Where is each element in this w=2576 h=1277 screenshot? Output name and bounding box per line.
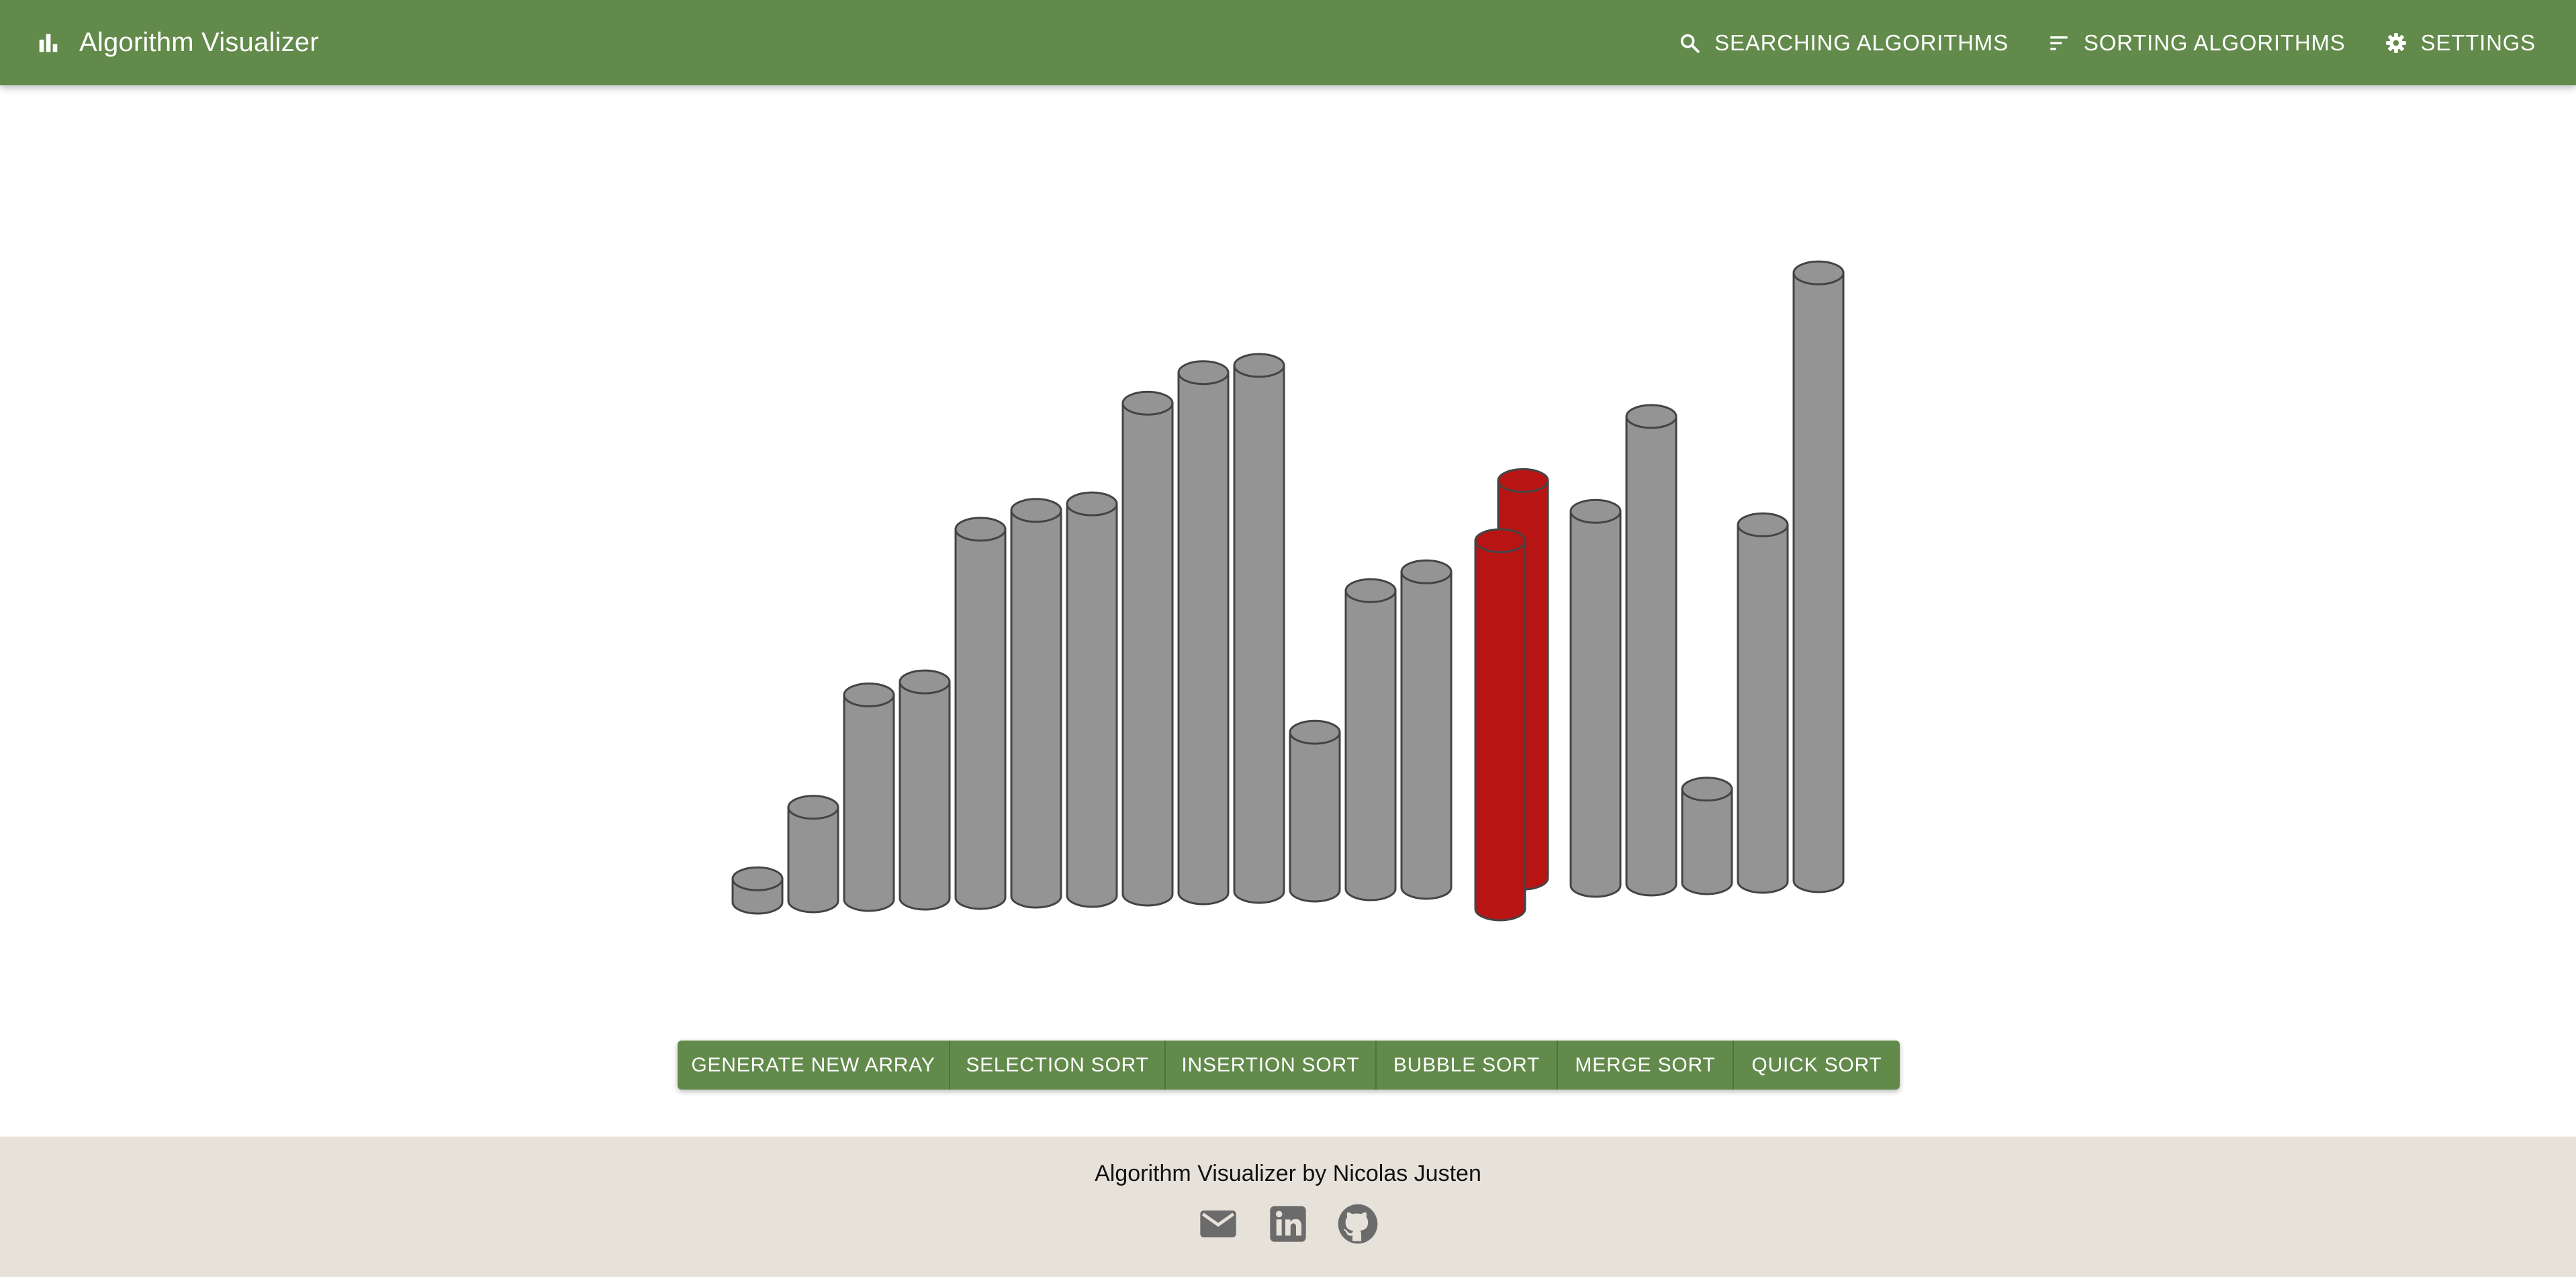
array-chart bbox=[731, 260, 1845, 922]
array-bar bbox=[1400, 559, 1453, 900]
array-bar bbox=[787, 795, 839, 914]
array-bar bbox=[1569, 498, 1622, 898]
nav-sorting-algorithms[interactable]: SORTING ALGORITHMS bbox=[2048, 30, 2346, 56]
array-bar bbox=[1625, 404, 1677, 897]
nav-label: SEARCHING ALGORITHMS bbox=[1714, 30, 2009, 55]
array-bar bbox=[843, 682, 895, 912]
app-bar: Algorithm Visualizer SEARCHING ALGORITHM… bbox=[0, 0, 2576, 85]
array-bar bbox=[1289, 719, 1341, 903]
nav-settings[interactable]: SETTINGS bbox=[2385, 30, 2536, 56]
array-bar bbox=[1681, 777, 1733, 895]
linkedin-icon[interactable] bbox=[1267, 1202, 1309, 1245]
bar-chart-icon bbox=[39, 34, 58, 52]
brand[interactable]: Algorithm Visualizer bbox=[35, 0, 319, 85]
sort-icon bbox=[2050, 36, 2068, 50]
array-bar bbox=[954, 517, 1007, 910]
nav-label: SORTING ALGORITHMS bbox=[2083, 30, 2346, 55]
array-bar bbox=[1737, 512, 1789, 894]
selection-sort-button[interactable]: SELECTION SORT bbox=[950, 1041, 1166, 1090]
array-bar bbox=[1010, 498, 1062, 909]
mail-icon[interactable] bbox=[1197, 1202, 1240, 1245]
insertion-sort-button[interactable]: INSERTION SORT bbox=[1166, 1041, 1377, 1090]
github-icon[interactable] bbox=[1336, 1202, 1379, 1245]
app-title: Algorithm Visualizer bbox=[79, 28, 319, 57]
array-bar bbox=[1344, 578, 1397, 901]
footer-credit: Algorithm Visualizer by Nicolas Justen bbox=[1095, 1161, 1481, 1186]
bubble-sort-button[interactable]: BUBBLE SORT bbox=[1377, 1041, 1558, 1090]
gear-icon bbox=[2385, 32, 2406, 53]
search-icon bbox=[1680, 34, 1700, 53]
top-nav: SEARCHING ALGORITHMS SORTING ALGORITHMS bbox=[1639, 0, 2536, 85]
generate-new-array-button[interactable]: GENERATE NEW ARRAY bbox=[678, 1041, 950, 1090]
quick-sort-button[interactable]: QUICK SORT bbox=[1734, 1041, 1900, 1090]
array-bar bbox=[1792, 260, 1845, 893]
array-bar bbox=[731, 866, 784, 915]
array-bar bbox=[899, 669, 951, 911]
array-bar bbox=[1233, 353, 1285, 904]
algorithm-toolbar: GENERATE NEW ARRAY SELECTION SORT INSERT… bbox=[678, 1041, 1900, 1090]
nav-searching-algorithms[interactable]: SEARCHING ALGORITHMS bbox=[1678, 30, 2009, 56]
merge-sort-button[interactable]: MERGE SORT bbox=[1558, 1041, 1734, 1090]
social-links bbox=[0, 1202, 2576, 1245]
array-bar bbox=[1121, 390, 1174, 907]
nav-label: SETTINGS bbox=[2420, 30, 2536, 55]
array-bar bbox=[1066, 491, 1118, 908]
array-bar-highlighted bbox=[1474, 528, 1526, 922]
footer: Algorithm Visualizer by Nicolas Justen bbox=[0, 1137, 2576, 1277]
array-bar bbox=[1177, 360, 1230, 906]
